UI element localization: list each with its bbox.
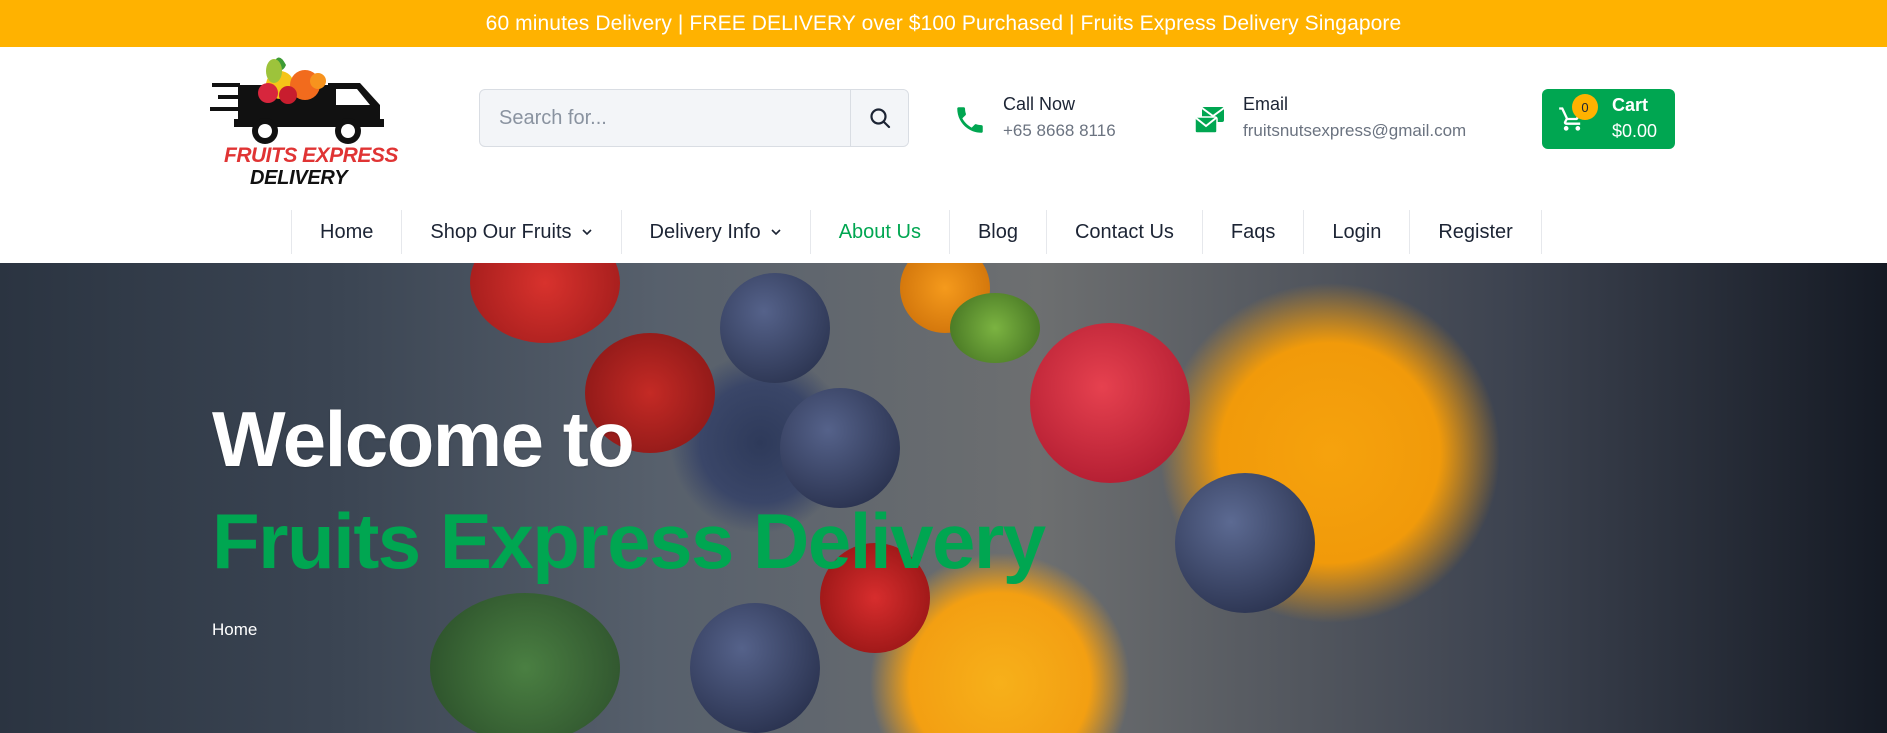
nav-item-shop-our-fruits[interactable]: Shop Our Fruits: [402, 210, 622, 254]
breadcrumb[interactable]: Home: [212, 620, 257, 640]
nav-label: About Us: [838, 220, 921, 243]
search-bar: [479, 89, 909, 147]
phone-number[interactable]: +65 8668 8116: [1003, 117, 1116, 145]
delivery-truck-logo-icon: [210, 57, 384, 144]
hero-subtitle: Fruits Express Delivery: [212, 497, 1046, 585]
nav-item-contact-us[interactable]: Contact Us: [1047, 210, 1203, 254]
chevron-down-icon: [771, 229, 781, 236]
nav-label: Blog: [977, 220, 1018, 243]
fruit-decoration: [720, 273, 830, 383]
hero-banner: Welcome to Fruits Express Delivery Home: [0, 263, 1887, 733]
main-nav: Home Shop Our Fruits Delivery Info About…: [291, 210, 1542, 254]
nav-item-register[interactable]: Register: [1410, 210, 1542, 254]
cart-button[interactable]: 0 Cart $0.00: [1542, 89, 1675, 149]
email-label: Email: [1243, 94, 1289, 114]
nav-label: Delivery Info: [649, 220, 761, 243]
site-logo[interactable]: FRUITS EXPRESS DELIVERY: [210, 47, 398, 192]
nav-label: Register: [1438, 220, 1513, 243]
site-header: FRUITS EXPRESS DELIVERY Call Now +65 866…: [0, 47, 1887, 263]
phone-icon: [957, 107, 983, 133]
cart-count-badge: 0: [1572, 94, 1598, 120]
nav-item-login[interactable]: Login: [1304, 210, 1411, 254]
nav-item-about-us[interactable]: About Us: [811, 210, 950, 254]
email-block[interactable]: Email fruitsnutsexpress@gmail.com: [1193, 91, 1466, 145]
call-now-block[interactable]: Call Now +65 8668 8116: [953, 91, 1116, 145]
fruit-decoration: [470, 263, 620, 343]
email-address[interactable]: fruitsnutsexpress@gmail.com: [1243, 117, 1466, 145]
search-input[interactable]: [480, 90, 850, 146]
fruit-decoration: [1030, 323, 1190, 483]
nav-label: Home: [320, 220, 374, 243]
logo-text-line2: DELIVERY: [250, 167, 348, 189]
cart-total: $0.00: [1612, 121, 1658, 141]
nav-label: Contact Us: [1074, 220, 1174, 243]
hero-title: Welcome to: [212, 395, 635, 483]
fruit-decoration: [1175, 473, 1315, 613]
announcement-text: 60 minutes Delivery | FREE DELIVERY over…: [485, 11, 1402, 35]
cart-label: Cart: [1612, 95, 1649, 115]
chevron-down-icon: [581, 229, 592, 236]
nav-item-blog[interactable]: Blog: [950, 210, 1047, 254]
nav-label: Login: [1332, 220, 1382, 243]
mail-icon: [1194, 107, 1225, 134]
search-button[interactable]: [850, 90, 908, 146]
search-icon: [869, 108, 890, 129]
logo-text-line1: FRUITS EXPRESS: [224, 144, 398, 167]
nav-item-delivery-info[interactable]: Delivery Info: [622, 210, 811, 254]
nav-label: Faqs: [1230, 220, 1276, 243]
nav-item-home[interactable]: Home: [292, 210, 403, 254]
fruit-decoration: [430, 593, 620, 733]
fruit-decoration: [690, 603, 820, 733]
nav-item-faqs[interactable]: Faqs: [1203, 210, 1305, 254]
fruit-decoration: [950, 293, 1040, 363]
fruit-decoration: [780, 388, 900, 508]
call-now-label: Call Now: [1003, 94, 1076, 114]
nav-label: Shop Our Fruits: [430, 220, 572, 243]
announcement-bar: 60 minutes Delivery | FREE DELIVERY over…: [0, 0, 1887, 47]
